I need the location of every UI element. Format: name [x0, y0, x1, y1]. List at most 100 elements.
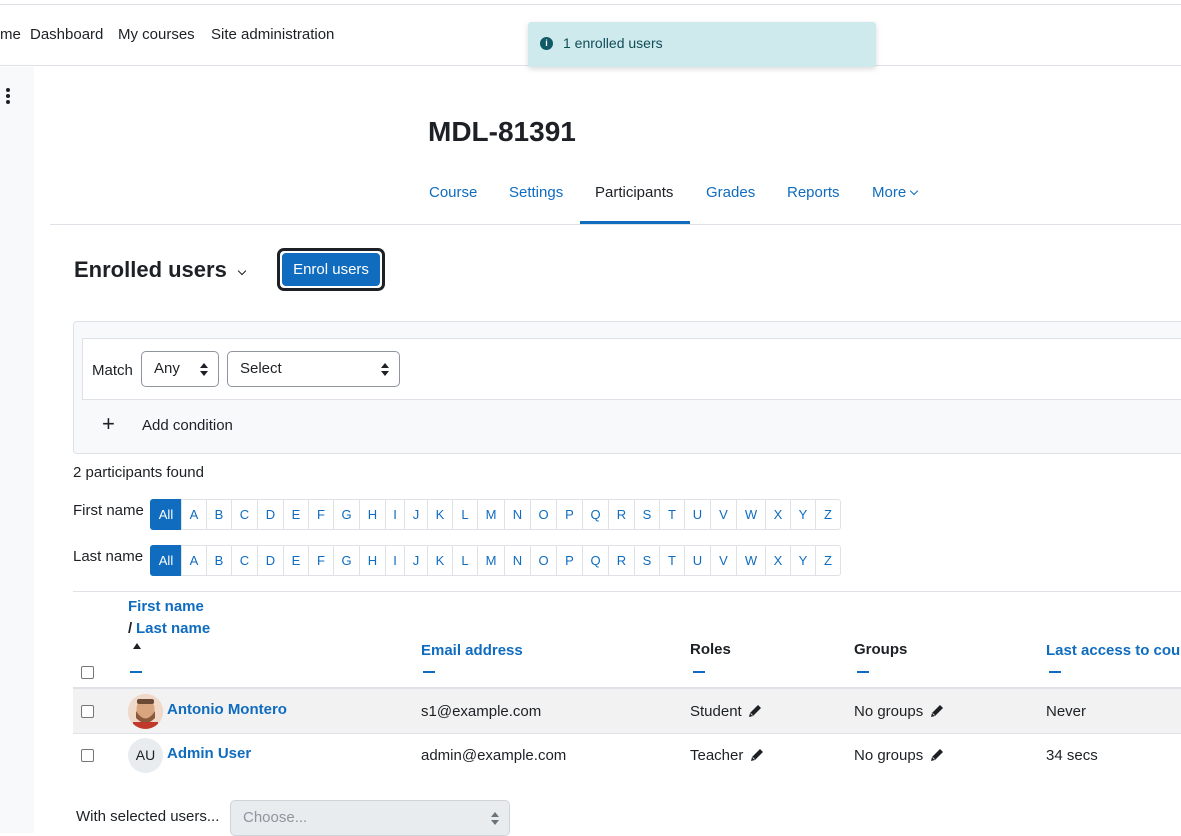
firstname-initial-u[interactable]: U — [684, 499, 711, 530]
firstname-initial-o[interactable]: O — [530, 499, 557, 530]
edit-groups-pencil-icon[interactable] — [929, 747, 945, 763]
collapse-email-column-icon[interactable] — [423, 671, 435, 673]
tab-course[interactable]: Course — [429, 184, 477, 201]
firstname-initial-x[interactable]: X — [765, 499, 791, 530]
page-heading[interactable]: Enrolled users — [74, 257, 227, 283]
firstname-initial-d[interactable]: D — [257, 499, 284, 530]
tab-reports[interactable]: Reports — [787, 184, 840, 201]
edit-roles-pencil-icon[interactable] — [749, 747, 765, 763]
tab-more[interactable]: More — [872, 184, 919, 201]
firstname-initial-s[interactable]: S — [634, 499, 660, 530]
sort-last-access[interactable]: Last access to cou — [1046, 642, 1180, 659]
firstname-initial-h[interactable]: H — [359, 499, 386, 530]
lastname-initial-x[interactable]: X — [765, 545, 791, 576]
lastname-initial-y[interactable]: Y — [790, 545, 816, 576]
firstname-initial-w[interactable]: W — [736, 499, 766, 530]
lastname-initial-all[interactable]: All — [150, 545, 182, 576]
lastname-initial-r[interactable]: R — [608, 545, 635, 576]
collapse-name-column-icon[interactable] — [130, 671, 142, 673]
lastname-initial-u[interactable]: U — [684, 545, 711, 576]
firstname-initial-j[interactable]: J — [404, 499, 428, 530]
enrol-users-button[interactable]: Enrol users — [282, 253, 380, 286]
tab-grades[interactable]: Grades — [706, 184, 755, 201]
collapse-roles-column-icon[interactable] — [693, 671, 705, 673]
lastname-initial-i[interactable]: I — [385, 545, 405, 576]
sort-last-name[interactable]: Last name — [136, 620, 210, 637]
user-name-link[interactable]: Admin User — [167, 745, 251, 762]
edit-roles-pencil-icon[interactable] — [747, 703, 763, 719]
plus-icon[interactable]: + — [102, 413, 115, 435]
lastname-initial-m[interactable]: M — [477, 545, 505, 576]
firstname-initial-l[interactable]: L — [452, 499, 478, 530]
collapse-groups-column-icon[interactable] — [857, 671, 869, 673]
bulk-action-select[interactable]: Choose... — [230, 800, 510, 836]
firstname-initial-q[interactable]: Q — [582, 499, 609, 530]
sort-email-address[interactable]: Email address — [421, 642, 523, 659]
lastname-initial-a[interactable]: A — [181, 545, 207, 576]
lastname-initial-t[interactable]: T — [659, 545, 685, 576]
firstname-initial-a[interactable]: A — [181, 499, 207, 530]
select-arrows-icon — [491, 812, 499, 826]
firstname-initial-e[interactable]: E — [283, 499, 309, 530]
user-role: Teacher — [690, 747, 744, 764]
lastname-initial-o[interactable]: O — [530, 545, 557, 576]
firstname-initial-z[interactable]: Z — [815, 499, 841, 530]
heading-chevron-down-icon[interactable] — [237, 264, 247, 282]
nav-item-my-courses[interactable]: My courses — [118, 26, 195, 43]
firstname-initial-g[interactable]: G — [333, 499, 360, 530]
lastname-initial-q[interactable]: Q — [582, 545, 609, 576]
firstname-initial-n[interactable]: N — [504, 499, 531, 530]
match-select[interactable]: Any — [141, 351, 219, 387]
nav-item-dashboard[interactable]: Dashboard — [30, 26, 103, 43]
filter-type-select[interactable]: Select — [227, 351, 400, 387]
collapse-last-access-column-icon[interactable] — [1049, 671, 1061, 673]
firstname-initial-k[interactable]: K — [427, 499, 453, 530]
kebab-menu-icon[interactable] — [5, 88, 11, 104]
select-all-checkbox[interactable] — [81, 666, 94, 679]
lastname-initial-d[interactable]: D — [257, 545, 284, 576]
edit-groups-pencil-icon[interactable] — [929, 703, 945, 719]
lastname-initial-c[interactable]: C — [231, 545, 258, 576]
lastname-initial-k[interactable]: K — [427, 545, 453, 576]
firstname-initial-y[interactable]: Y — [790, 499, 816, 530]
lastname-initial-f[interactable]: F — [308, 545, 334, 576]
add-condition-button[interactable]: Add condition — [142, 417, 233, 434]
firstname-initial-p[interactable]: P — [556, 499, 583, 530]
nav-item-home[interactable]: me — [0, 26, 21, 43]
lastname-initial-l[interactable]: L — [452, 545, 478, 576]
lastname-initial-s[interactable]: S — [634, 545, 660, 576]
lastname-initial-z[interactable]: Z — [815, 545, 841, 576]
lastname-initial-w[interactable]: W — [736, 545, 766, 576]
firstname-initial-all[interactable]: All — [150, 499, 182, 530]
firstname-initial-c[interactable]: C — [231, 499, 258, 530]
secondary-navigation: Course Settings Participants Grades Repo… — [50, 172, 1181, 225]
row-checkbox[interactable] — [81, 749, 94, 762]
row-checkbox[interactable] — [81, 705, 94, 718]
tab-participants[interactable]: Participants — [595, 184, 673, 201]
lastname-initial-p[interactable]: P — [556, 545, 583, 576]
lastname-initial-h[interactable]: H — [359, 545, 386, 576]
lastname-initial-e[interactable]: E — [283, 545, 309, 576]
lastname-initial-j[interactable]: J — [404, 545, 428, 576]
lastname-initial-n[interactable]: N — [504, 545, 531, 576]
lastname-initial-v[interactable]: V — [710, 545, 737, 576]
firstname-initial-t[interactable]: T — [659, 499, 685, 530]
firstname-initial-r[interactable]: R — [608, 499, 635, 530]
firstname-initial-f[interactable]: F — [308, 499, 334, 530]
sort-first-name[interactable]: First name — [128, 598, 204, 615]
lastname-initial-g[interactable]: G — [333, 545, 360, 576]
nav-item-site-administration[interactable]: Site administration — [211, 26, 334, 43]
active-tab-indicator — [580, 221, 690, 224]
firstname-initial-v[interactable]: V — [710, 499, 737, 530]
bulk-action-label: With selected users... — [76, 808, 220, 825]
firstname-initial-b[interactable]: B — [206, 499, 232, 530]
tab-settings[interactable]: Settings — [509, 184, 563, 201]
firstname-initial-m[interactable]: M — [477, 499, 505, 530]
user-last-access: Never — [1046, 703, 1087, 720]
lastname-initial-b[interactable]: B — [206, 545, 232, 576]
header-groups: Groups — [854, 641, 908, 658]
firstname-initial-i[interactable]: I — [385, 499, 405, 530]
user-name-link[interactable]: Antonio Montero — [167, 701, 287, 718]
avatar[interactable]: AU — [128, 738, 163, 773]
avatar[interactable] — [128, 694, 163, 729]
